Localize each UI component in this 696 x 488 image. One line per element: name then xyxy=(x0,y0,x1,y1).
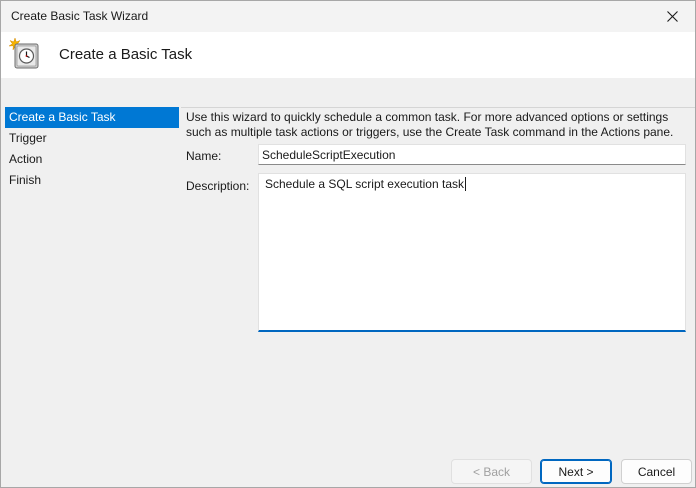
close-icon xyxy=(666,11,678,22)
description-label: Description: xyxy=(186,179,250,193)
name-field-value: ScheduleScriptExecution xyxy=(262,148,396,162)
task-scheduler-clock-icon xyxy=(9,37,39,69)
wizard-steps-list: Create a Basic Task Trigger Action Finis… xyxy=(5,107,179,191)
name-field[interactable]: ScheduleScriptExecution xyxy=(258,144,686,165)
wizard-header: Create a Basic Task xyxy=(1,32,695,78)
next-button[interactable]: Next > xyxy=(540,459,612,484)
step-create-basic-task[interactable]: Create a Basic Task xyxy=(5,107,179,128)
step-trigger[interactable]: Trigger xyxy=(5,128,179,149)
description-field-value: Schedule a SQL script execution task xyxy=(265,177,464,191)
wizard-footer: < Back Next > Cancel xyxy=(1,453,695,487)
wizard-window: Create Basic Task Wizard Create a Basic … xyxy=(0,0,696,488)
window-title: Create Basic Task Wizard xyxy=(11,9,149,23)
text-caret xyxy=(465,177,466,191)
step-action[interactable]: Action xyxy=(5,149,179,170)
back-button[interactable]: < Back xyxy=(451,459,532,484)
close-button[interactable] xyxy=(649,1,695,32)
section-divider xyxy=(181,107,695,108)
step-finish[interactable]: Finish xyxy=(5,170,179,191)
intro-text: Use this wizard to quickly schedule a co… xyxy=(186,110,691,140)
name-label: Name: xyxy=(186,149,222,163)
title-bar[interactable]: Create Basic Task Wizard xyxy=(1,1,695,32)
intro-line-2: such as multiple task actions or trigger… xyxy=(186,125,674,139)
header-title: Create a Basic Task xyxy=(59,46,193,63)
description-field[interactable]: Schedule a SQL script execution task xyxy=(258,173,686,332)
intro-line-1: Use this wizard to quickly schedule a co… xyxy=(186,110,669,124)
cancel-button[interactable]: Cancel xyxy=(621,459,692,484)
